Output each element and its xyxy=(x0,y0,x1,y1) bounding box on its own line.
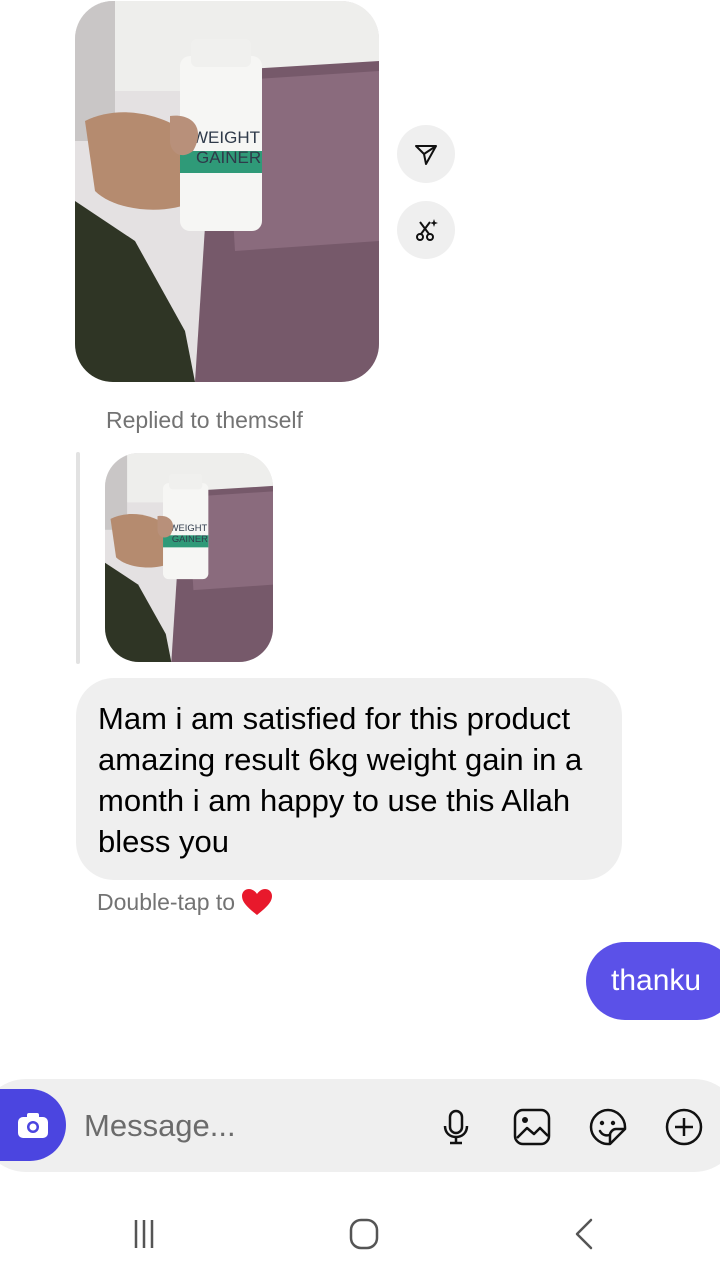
sticker-icon xyxy=(589,1108,627,1146)
voice-message-button[interactable] xyxy=(434,1104,478,1150)
double-tap-label: Double-tap to xyxy=(97,888,236,915)
photo-illustration: WEIGHT GAINER xyxy=(105,453,273,662)
gallery-button[interactable] xyxy=(510,1104,554,1150)
received-message-bubble[interactable]: Mam i am satisfied for this product amaz… xyxy=(76,678,622,880)
share-button[interactable] xyxy=(397,125,455,183)
nav-recents-button[interactable] xyxy=(119,1212,169,1256)
nav-home-button[interactable] xyxy=(339,1212,389,1256)
sent-message-text: thanku xyxy=(611,964,702,997)
heart-icon xyxy=(242,889,273,915)
back-icon xyxy=(575,1218,593,1250)
sent-message-bubble[interactable]: thanku xyxy=(586,942,720,1020)
reply-context-label: Replied to themself xyxy=(106,407,303,433)
ai-edit-button[interactable] xyxy=(397,201,455,259)
chat-screen: WEIGHT GAINER Replied to themself WEIGHT… xyxy=(0,0,720,1280)
recents-icon xyxy=(134,1220,154,1248)
photo-label-line2: GAINER xyxy=(172,534,208,544)
plus-circle-icon xyxy=(665,1108,703,1146)
scissors-sparkle-icon xyxy=(416,219,438,241)
more-options-button[interactable] xyxy=(662,1104,706,1150)
photo-label-line1: WEIGHT xyxy=(192,128,260,147)
paper-plane-icon xyxy=(415,145,437,165)
double-tap-hint: Double-tap to xyxy=(97,888,273,916)
microphone-icon xyxy=(443,1109,469,1145)
home-icon xyxy=(349,1218,379,1250)
sticker-button[interactable] xyxy=(586,1104,630,1150)
shared-photo[interactable]: WEIGHT GAINER xyxy=(75,1,379,382)
reply-indicator-bar xyxy=(76,452,80,664)
image-icon xyxy=(513,1108,551,1146)
camera-icon xyxy=(18,1113,48,1138)
photo-label-line2: GAINER xyxy=(196,148,261,167)
photo-label-line1: WEIGHT xyxy=(170,523,208,533)
replied-photo-thumbnail[interactable]: WEIGHT GAINER xyxy=(105,453,273,662)
photo-illustration: WEIGHT GAINER xyxy=(75,1,379,382)
nav-back-button[interactable] xyxy=(560,1212,610,1256)
message-input[interactable] xyxy=(84,1103,424,1149)
